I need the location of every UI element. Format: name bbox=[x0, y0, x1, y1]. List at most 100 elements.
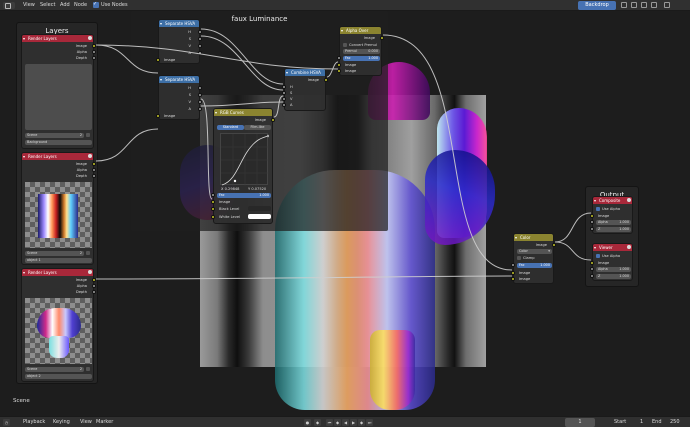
socket-input[interactable] bbox=[590, 220, 594, 224]
play-icon[interactable]: ▶ bbox=[350, 419, 357, 426]
socket-output[interactable] bbox=[198, 100, 202, 104]
convert-premul-checkbox[interactable] bbox=[343, 43, 347, 47]
alpha-field[interactable]: Alpha 1.000 bbox=[596, 267, 631, 272]
tab-standard[interactable]: Standard bbox=[217, 125, 244, 130]
auto-keying-icon[interactable]: ● bbox=[304, 419, 311, 426]
socket-output[interactable] bbox=[198, 93, 202, 97]
collapse-icon[interactable]: ▾ bbox=[341, 27, 343, 34]
node-header[interactable]: ▾ Separate HSVA bbox=[159, 20, 199, 27]
node-header[interactable]: ▾ Separate HSVA bbox=[159, 76, 199, 83]
collapse-icon[interactable]: ▾ bbox=[160, 76, 162, 83]
scene-selector[interactable]: Scene 2 bbox=[25, 133, 84, 138]
collapse-icon[interactable]: ▾ bbox=[594, 244, 596, 251]
node-viewer[interactable]: ▾ Viewer Use Alpha Image Alpha 1.000 Z 1… bbox=[590, 243, 633, 281]
play-reverse-icon[interactable]: ◀ bbox=[342, 419, 349, 426]
socket-output[interactable] bbox=[271, 118, 275, 122]
z-field[interactable]: Z 1.000 bbox=[596, 227, 631, 232]
socket-input[interactable] bbox=[337, 69, 341, 73]
socket-output[interactable] bbox=[92, 56, 96, 60]
socket-input[interactable] bbox=[337, 56, 341, 60]
premul-field[interactable]: Premul 0.000 bbox=[343, 49, 380, 54]
editor-type-icon[interactable] bbox=[3, 2, 15, 9]
socket-output[interactable] bbox=[92, 284, 96, 288]
alpha-field[interactable]: Alpha 1.000 bbox=[596, 220, 631, 225]
socket-output[interactable] bbox=[92, 162, 96, 166]
socket-output[interactable] bbox=[198, 107, 202, 111]
socket-input[interactable] bbox=[282, 103, 286, 107]
node-alpha-over[interactable]: ▾ Alpha Over Image Convert Premul Premul… bbox=[337, 26, 384, 76]
collapse-icon[interactable]: ▾ bbox=[23, 35, 25, 42]
node-header[interactable]: ▾ Render Layers bbox=[22, 269, 93, 276]
curve-editor[interactable] bbox=[220, 133, 270, 186]
socket-output[interactable] bbox=[92, 278, 96, 282]
socket-input[interactable] bbox=[211, 193, 215, 197]
node-combine-hsva[interactable]: ▾ Combine HSVA Image H S V A bbox=[282, 68, 328, 111]
white-level-swatch[interactable] bbox=[248, 214, 271, 219]
menu-marker[interactable]: Marker bbox=[96, 419, 113, 425]
socket-output[interactable] bbox=[198, 37, 202, 41]
socket-input[interactable] bbox=[211, 215, 215, 219]
node-header[interactable]: ▾ Color bbox=[514, 234, 553, 241]
node-header[interactable]: ▾ RGB Curves bbox=[214, 109, 272, 116]
socket-input[interactable] bbox=[156, 58, 160, 62]
menu-add[interactable]: Add bbox=[60, 2, 70, 8]
prev-keyframe-icon[interactable]: ◆ bbox=[334, 419, 341, 426]
socket-output[interactable] bbox=[92, 174, 96, 178]
end-value[interactable]: 250 bbox=[670, 419, 680, 425]
collapse-icon[interactable]: ▾ bbox=[215, 109, 217, 116]
socket-input[interactable] bbox=[590, 214, 594, 218]
node-render-layers-1[interactable]: ▾ Render Layers Image Alpha Depth Scene … bbox=[21, 34, 96, 149]
socket-input[interactable] bbox=[337, 63, 341, 67]
view-icon[interactable] bbox=[621, 2, 627, 8]
blend-mode-select[interactable]: Color ▾ bbox=[517, 249, 552, 254]
editor-type-icon[interactable]: ◷ bbox=[3, 419, 10, 426]
collapse-icon[interactable]: ▾ bbox=[23, 153, 25, 160]
socket-input[interactable] bbox=[211, 200, 215, 204]
clamp-checkbox[interactable] bbox=[517, 256, 521, 260]
node-header[interactable]: ▾ Composite bbox=[593, 197, 632, 204]
collapse-icon[interactable]: ▾ bbox=[594, 197, 596, 204]
collapse-icon[interactable]: ▾ bbox=[515, 234, 517, 241]
render-icon[interactable] bbox=[86, 133, 90, 137]
socket-input[interactable] bbox=[590, 267, 594, 271]
scene-selector[interactable]: Scene 2 bbox=[25, 367, 84, 372]
menu-select[interactable]: Select bbox=[40, 2, 55, 8]
menu-node[interactable]: Node bbox=[74, 2, 87, 8]
node-header[interactable]: ▾ Render Layers bbox=[22, 35, 93, 42]
socket-input[interactable] bbox=[156, 114, 160, 118]
collapse-icon[interactable]: ▾ bbox=[286, 69, 288, 76]
node-color-mix[interactable]: ▾ Color Image Color ▾ Clamp Fac 1.000 Im… bbox=[511, 233, 556, 284]
socket-input[interactable] bbox=[511, 263, 515, 267]
menu-view[interactable]: View bbox=[23, 2, 35, 8]
menu-keying[interactable]: Keying bbox=[53, 419, 70, 425]
socket-input[interactable] bbox=[282, 85, 286, 89]
jump-end-icon[interactable]: ⏭ bbox=[366, 419, 373, 426]
socket-input[interactable] bbox=[590, 261, 594, 265]
keying-set-icon[interactable]: ◆ bbox=[314, 419, 321, 426]
layer-selector[interactable]: object 2 bbox=[25, 374, 92, 379]
sidebar-toggle-icon[interactable] bbox=[664, 2, 670, 8]
socket-output[interactable] bbox=[198, 86, 202, 90]
channels-icon[interactable] bbox=[651, 2, 657, 8]
start-value[interactable]: 1 bbox=[640, 419, 643, 425]
tab-filmlike[interactable]: Film-like bbox=[244, 125, 271, 130]
zoom-icon[interactable] bbox=[641, 2, 647, 8]
socket-output[interactable] bbox=[198, 44, 202, 48]
socket-input[interactable] bbox=[511, 271, 515, 275]
use-alpha-checkbox[interactable] bbox=[596, 254, 600, 258]
scene-selector[interactable]: Scene 2 bbox=[25, 251, 84, 256]
socket-output[interactable] bbox=[324, 78, 328, 82]
render-icon[interactable] bbox=[86, 251, 90, 255]
socket-input[interactable] bbox=[211, 207, 215, 211]
socket-output[interactable] bbox=[198, 30, 202, 34]
socket-input[interactable] bbox=[590, 227, 594, 231]
node-separate-hsva-1[interactable]: ▾ Separate HSVA H S V A Image bbox=[156, 19, 202, 64]
menu-view[interactable]: View bbox=[80, 419, 92, 425]
node-header[interactable]: ▾ Alpha Over bbox=[340, 27, 381, 34]
socket-output[interactable] bbox=[92, 44, 96, 48]
socket-input[interactable] bbox=[590, 274, 594, 278]
current-frame-field[interactable]: 1 bbox=[565, 418, 595, 427]
node-separate-hsva-2[interactable]: ▾ Separate HSVA H S V A Image bbox=[156, 75, 202, 120]
black-level-swatch[interactable] bbox=[248, 206, 271, 211]
node-rgb-curves[interactable]: ▾ RGB Curves Image Standard Film-like X … bbox=[211, 108, 275, 224]
